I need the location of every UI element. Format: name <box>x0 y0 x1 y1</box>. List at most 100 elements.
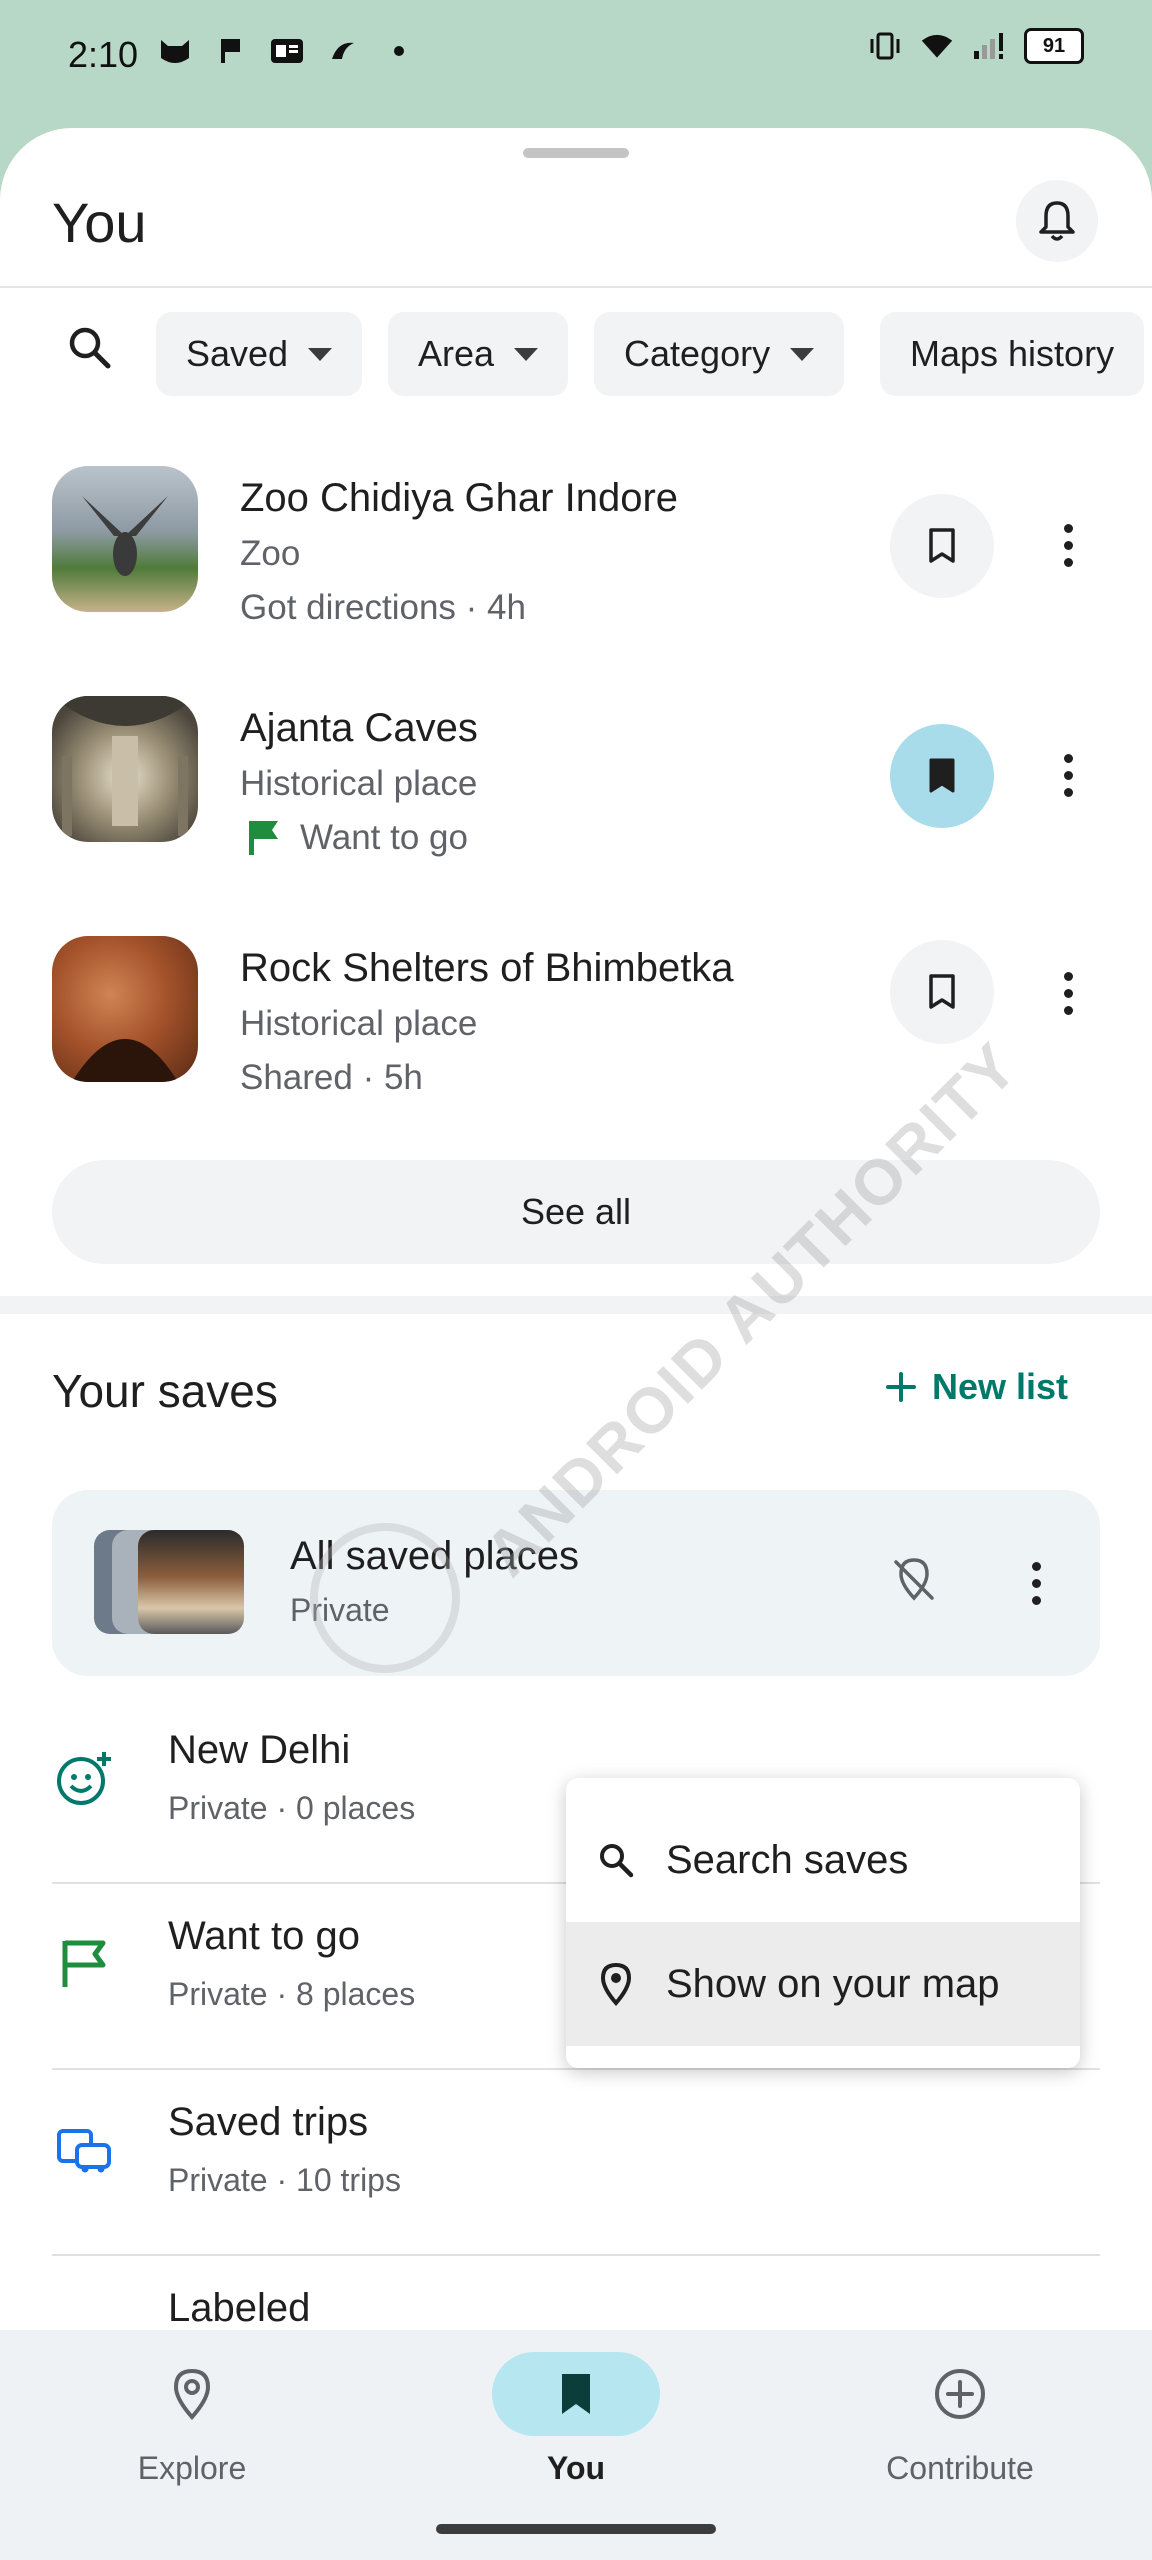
search-filter-button[interactable] <box>62 320 116 374</box>
watermark-logo <box>310 1523 460 1673</box>
list-sub: Private · 8 places <box>168 1976 416 2012</box>
bookmark-outline-icon <box>929 974 955 1009</box>
nav-you[interactable]: You <box>446 2352 706 2512</box>
menu-item-search-saves[interactable]: Search saves <box>566 1798 1080 1922</box>
more-options-button[interactable] <box>1044 500 1092 590</box>
location-pin-icon <box>592 1960 640 2008</box>
menu-item-show-on-map[interactable]: Show on your map <box>566 1922 1080 2046</box>
more-options-button[interactable] <box>1012 1538 1060 1628</box>
chip-area[interactable]: Area <box>388 312 569 396</box>
drag-handle[interactable] <box>523 148 629 158</box>
filter-bar: Saved Area Category Maps history <box>0 300 1152 396</box>
you-sheet: You Saved Area Category Maps history Zoo… <box>0 128 1152 2560</box>
place-name: Ajanta Caves <box>240 706 478 750</box>
signal-icon <box>972 29 1006 63</box>
bookmark-filled-icon <box>929 758 955 793</box>
gesture-bar[interactable] <box>436 2524 716 2534</box>
add-circle-icon <box>935 2369 985 2419</box>
battery-indicator: 91 <box>1024 28 1084 64</box>
place-type: Zoo <box>240 534 301 573</box>
chip-label: Area <box>418 333 495 374</box>
overflow-menu: Search saves Show on your map <box>566 1778 1080 2068</box>
caret-down-icon <box>308 347 333 361</box>
place-meta: Got directions · 4h <box>240 588 526 628</box>
save-button-saved[interactable] <box>890 724 994 828</box>
nav-explore[interactable]: Explore <box>62 2352 322 2512</box>
place-meta-text: Got directions · 4h <box>240 588 526 627</box>
nav-pill <box>876 2352 1044 2436</box>
chip-maps-history[interactable]: Maps history <box>880 312 1145 396</box>
place-item-zoo[interactable]: Zoo Chidiya Ghar Indore Zoo Got directio… <box>0 458 1152 658</box>
chip-label: Maps history <box>910 333 1115 374</box>
menu-item-label: Show on your map <box>666 1961 1000 2006</box>
status-bar: 2:10 91 <box>0 0 1152 120</box>
search-icon <box>592 1836 640 1884</box>
see-all-button[interactable]: See all <box>52 1160 1100 1264</box>
place-name: Zoo Chidiya Ghar Indore <box>240 476 679 520</box>
list-item-saved-trips[interactable]: Saved trips Private · 10 trips <box>52 2070 1100 2256</box>
location-pin-icon <box>173 2368 211 2421</box>
list-name: Want to go <box>168 1914 360 1958</box>
location-off-icon <box>894 1558 934 1601</box>
chip-label: Saved <box>186 333 289 374</box>
cat-app-icon <box>158 34 192 68</box>
notifications-button[interactable] <box>1016 180 1098 262</box>
flag-icon <box>52 1932 116 1996</box>
caret-down-icon <box>790 347 815 361</box>
hide-on-map-button[interactable] <box>886 1552 942 1608</box>
vibrate-icon <box>868 29 902 63</box>
bookmark-filled-icon <box>562 2374 590 2414</box>
menu-item-label: Search saves <box>666 1837 909 1882</box>
new-list-label: New list <box>932 1366 1069 1407</box>
nav-contribute[interactable]: Contribute <box>830 2352 1090 2512</box>
place-item-ajanta[interactable]: Ajanta Caves Historical place Want to go <box>0 688 1152 888</box>
chip-category[interactable]: Category <box>594 312 845 396</box>
save-button[interactable] <box>890 494 994 598</box>
place-type: Historical place <box>240 1004 478 1043</box>
chip-label: Category <box>624 333 771 374</box>
place-meta: Shared · 5h <box>240 1058 423 1098</box>
list-sub: Private · 0 places <box>168 1790 416 1826</box>
place-meta: Want to go <box>246 818 468 858</box>
section-divider <box>0 1296 1152 1314</box>
nav-label: Explore <box>137 2450 247 2486</box>
place-type: Historical place <box>240 764 478 803</box>
search-icon <box>69 327 111 369</box>
flag-icon <box>249 821 278 855</box>
list-name: Labeled <box>168 2286 311 2330</box>
place-thumbnail <box>52 466 198 612</box>
flag-notification-icon <box>214 34 248 68</box>
plus-icon <box>886 1372 916 1402</box>
more-options-button[interactable] <box>1044 948 1092 1038</box>
list-name: Saved trips <box>168 2100 369 2144</box>
header-divider <box>0 286 1152 288</box>
new-list-button[interactable]: New list <box>884 1366 1068 1408</box>
trips-icon <box>52 2118 116 2182</box>
caret-down-icon <box>514 347 539 361</box>
your-saves-title: Your saves <box>52 1365 278 1417</box>
all-saved-thumbnails <box>94 1530 244 1634</box>
app-notification-icon <box>326 34 360 68</box>
emoji-add-icon <box>52 1746 116 1810</box>
notification-icons <box>158 34 416 68</box>
nav-label: Contribute <box>886 2450 1034 2486</box>
bell-icon <box>1039 201 1075 241</box>
bookmark-outline-icon <box>929 528 955 563</box>
chip-saved[interactable]: Saved <box>156 312 363 396</box>
nav-label: You <box>546 2450 606 2486</box>
more-notifications-dot-icon <box>382 34 416 68</box>
nav-pill-active <box>492 2352 660 2436</box>
place-thumbnail <box>52 936 198 1082</box>
more-options-button[interactable] <box>1044 730 1092 820</box>
system-icons: 91 <box>868 28 1084 64</box>
ge-app-icon <box>270 34 304 68</box>
list-name: New Delhi <box>168 1728 351 1772</box>
status-time: 2:10 <box>68 34 139 75</box>
nav-pill <box>108 2352 276 2436</box>
wifi-icon <box>920 29 954 63</box>
list-sub: Private · 10 trips <box>168 2162 401 2198</box>
place-meta-text: Shared · 5h <box>240 1058 423 1097</box>
place-name: Rock Shelters of Bhimbetka <box>240 946 734 990</box>
place-meta-text: Want to go <box>300 818 468 857</box>
place-thumbnail <box>52 696 198 842</box>
